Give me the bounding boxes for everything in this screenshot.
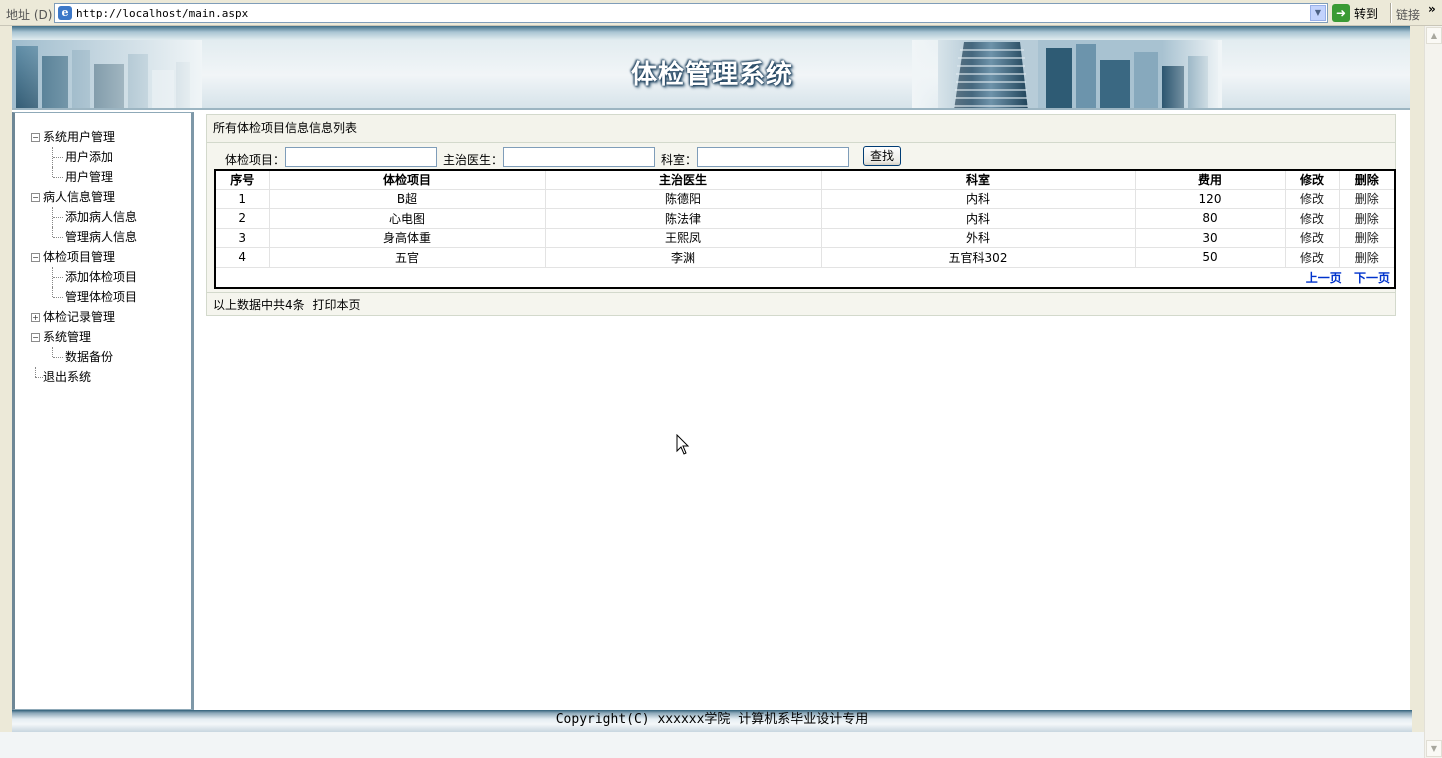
print-link[interactable]: 打印本页 (312, 298, 360, 312)
delete-link[interactable]: 删除 (1339, 189, 1394, 209)
collapse-toggle-icon[interactable]: − (31, 133, 40, 142)
col-header: 体检项目 (269, 171, 546, 190)
delete-link[interactable]: 删除 (1339, 228, 1394, 248)
exam-item-table: 序号 体检项目 主治医生 科室 费用 修改 删除 1 B超 陈德阳 内科 120… (214, 169, 1396, 289)
search-button[interactable]: 查找 (863, 146, 901, 166)
exam-item-input[interactable] (285, 147, 437, 167)
delete-link[interactable]: 删除 (1339, 208, 1394, 229)
col-header: 序号 (216, 171, 270, 190)
address-bar: 地址 (D) e http://localhost/main.aspx ▼ ➜ … (0, 0, 1442, 26)
cell-fee: 120 (1135, 189, 1286, 209)
main-content: 所有体检项目信息信息列表 体检项目： 主治医生： 科室： 查找 序号 体检项目 … (194, 112, 1410, 710)
banner: 体检管理系统 (12, 26, 1410, 110)
go-arrow-icon: ➜ (1332, 4, 1350, 22)
pager: 上一页 下一页 (1298, 269, 1390, 286)
cell-index: 3 (216, 228, 270, 248)
col-header: 费用 (1135, 171, 1286, 190)
address-label: 地址 (D) (6, 8, 53, 22)
tree-item-label[interactable]: 管理病人信息 (65, 227, 137, 247)
tree-group-label[interactable]: 病人信息管理 (43, 187, 115, 207)
tree-item-label[interactable]: 用户添加 (65, 147, 113, 167)
cell-doctor: 王熙凤 (545, 228, 822, 248)
chevron-down-icon[interactable]: ▼ (1310, 5, 1326, 21)
col-header: 科室 (821, 171, 1136, 190)
tree-item-label[interactable]: 数据备份 (65, 347, 113, 367)
scroll-up-icon[interactable]: ▲ (1426, 27, 1442, 44)
exam-item-label: 体检项目： (225, 153, 286, 167)
go-button[interactable]: ➜ 转到 (1332, 4, 1378, 22)
collapse-toggle-icon[interactable]: − (31, 253, 40, 262)
edit-link[interactable]: 修改 (1285, 228, 1340, 248)
edit-link[interactable]: 修改 (1285, 247, 1340, 268)
table-row: 1 B超 陈德阳 内科 120 修改 删除 (216, 189, 1394, 209)
address-url[interactable]: http://localhost/main.aspx (76, 7, 248, 20)
tree-item-label[interactable]: 管理体检项目 (65, 287, 137, 307)
doctor-input[interactable] (503, 147, 655, 167)
tree-item-label[interactable]: 退出系统 (43, 367, 91, 387)
delete-link[interactable]: 删除 (1339, 247, 1394, 268)
cell-dept: 内科 (821, 208, 1136, 229)
record-count-text: 以上数据中共4条 (213, 298, 305, 312)
panel-footer: 以上数据中共4条 打印本页 (207, 292, 1395, 316)
cell-fee: 50 (1135, 247, 1286, 268)
cell-index: 1 (216, 189, 270, 209)
cell-doctor: 陈法律 (545, 208, 822, 229)
edit-link[interactable]: 修改 (1285, 208, 1340, 229)
mouse-cursor-icon (676, 434, 690, 455)
table-row: 3 身高体重 王熙凤 外科 30 修改 删除 (216, 228, 1394, 248)
col-header: 主治医生 (545, 171, 822, 190)
tree-group-label[interactable]: 体检记录管理 (43, 307, 115, 327)
list-panel: 所有体检项目信息信息列表 体检项目： 主治医生： 科室： 查找 序号 体检项目 … (206, 114, 1396, 316)
tree-group-label[interactable]: 系统用户管理 (43, 127, 115, 147)
system-title: 体检管理系统 (630, 60, 793, 90)
go-label: 转到 (1354, 6, 1379, 21)
dept-label: 科室： (661, 153, 698, 167)
edit-link[interactable]: 修改 (1285, 189, 1340, 209)
table-row: 2 心电图 陈法律 内科 80 修改 删除 (216, 208, 1394, 229)
expand-toggle-icon[interactable]: + (31, 313, 40, 322)
table-header-row: 序号 体检项目 主治医生 科室 费用 修改 删除 (216, 171, 1394, 190)
cell-index: 2 (216, 208, 270, 229)
collapse-toggle-icon[interactable]: − (31, 333, 40, 342)
cell-index: 4 (216, 247, 270, 268)
panel-title: 所有体检项目信息信息列表 (207, 115, 1395, 143)
scroll-down-icon[interactable]: ▼ (1426, 740, 1442, 757)
vertical-scrollbar[interactable]: ▲ ▼ (1424, 26, 1442, 758)
next-page-link[interactable]: 下一页 (1354, 271, 1390, 285)
cell-item: 心电图 (269, 208, 546, 229)
collapse-toggle-icon[interactable]: − (31, 193, 40, 202)
tree-item-label[interactable]: 添加病人信息 (65, 207, 137, 227)
dept-input[interactable] (697, 147, 849, 167)
search-bar: 体检项目： 主治医生： 科室： 查找 (207, 146, 1395, 169)
tree-group-label[interactable]: 系统管理 (43, 327, 91, 347)
cell-dept: 内科 (821, 189, 1136, 209)
cell-dept: 外科 (821, 228, 1136, 248)
links-button[interactable]: 链接 (1396, 6, 1420, 23)
cell-item: 五官 (269, 247, 546, 268)
cell-doctor: 陈德阳 (545, 189, 822, 209)
col-header: 删除 (1339, 171, 1394, 190)
prev-page-link[interactable]: 上一页 (1306, 271, 1342, 285)
table-row: 4 五官 李渊 五官科302 50 修改 删除 (216, 247, 1394, 268)
cell-doctor: 李渊 (545, 247, 822, 268)
page-icon: e (58, 6, 72, 20)
cell-dept: 五官科302 (821, 247, 1136, 268)
tree-item-label[interactable]: 用户管理 (65, 167, 113, 187)
page: 体检管理系统 − 系统用户管理 用户添加 用户管理 − 病人信息管理 添加病人信… (12, 26, 1410, 731)
more-chevron-icon[interactable]: » (1428, 2, 1436, 16)
cell-item: B超 (269, 189, 546, 209)
cell-item: 身高体重 (269, 228, 546, 248)
tree-item-label[interactable]: 添加体检项目 (65, 267, 137, 287)
toolbar-separator (1390, 3, 1392, 23)
tree-group-label[interactable]: 体检项目管理 (43, 247, 115, 267)
sidebar: − 系统用户管理 用户添加 用户管理 − 病人信息管理 添加病人信息 管理病人信… (12, 112, 194, 710)
cell-fee: 80 (1135, 208, 1286, 229)
col-header: 修改 (1285, 171, 1340, 190)
address-input[interactable]: e http://localhost/main.aspx ▼ (54, 3, 1328, 23)
bottom-strip (0, 732, 1424, 758)
doctor-label: 主治医生： (443, 153, 504, 167)
cell-fee: 30 (1135, 228, 1286, 248)
copyright-footer: Copyright(C) xxxxxx学院 计算机系毕业设计专用 (12, 710, 1412, 732)
